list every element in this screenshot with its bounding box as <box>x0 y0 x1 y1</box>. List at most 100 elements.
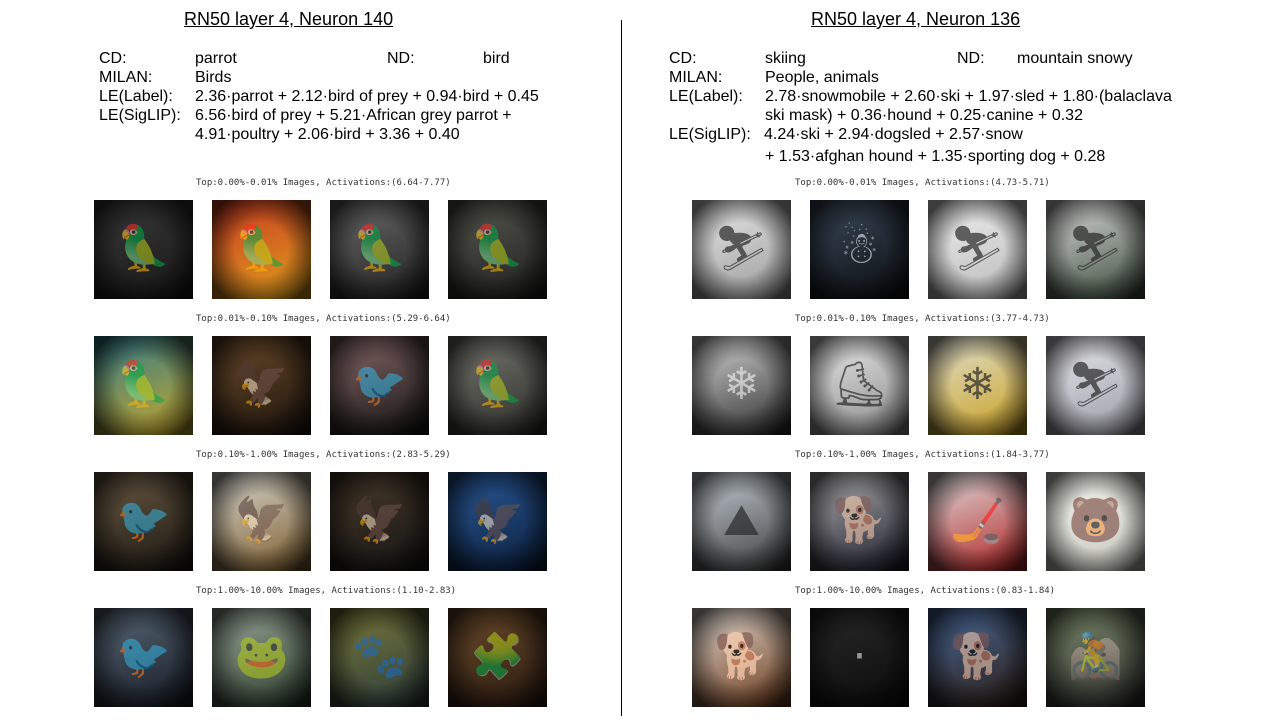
right-caption-group-2: Top:0.01%-0.10% Images, Activations:(3.7… <box>795 314 1050 324</box>
vignette-overlay <box>212 200 311 299</box>
right-thumbnail-3-2: 🐕 <box>810 472 909 571</box>
right-caption-group-1: Top:0.00%-0.01% Images, Activations:(4.7… <box>795 178 1050 188</box>
left-thumbnail-4-3: 🐾 <box>330 608 429 707</box>
right-milan-value: People, animals <box>765 69 879 86</box>
vignette-overlay <box>330 472 429 571</box>
vignette-overlay <box>330 608 429 707</box>
vignette-overlay <box>810 608 909 707</box>
left-le-siglip-value-line1: 6.56·bird of prey + 5.21·African grey pa… <box>195 107 512 124</box>
vignette-overlay <box>448 200 547 299</box>
vignette-overlay <box>212 336 311 435</box>
vignette-overlay <box>330 336 429 435</box>
left-le-label-value: 2.36·parrot + 2.12·bird of prey + 0.94·b… <box>195 88 539 105</box>
right-thumbnail-2-1: ❄ <box>692 336 791 435</box>
vignette-overlay <box>810 336 909 435</box>
right-thumbnail-4-1: 🐕 <box>692 608 791 707</box>
vignette-overlay <box>810 200 909 299</box>
vignette-overlay <box>692 472 791 571</box>
right-caption-group-3: Top:0.10%-1.00% Images, Activations:(1.8… <box>795 450 1050 460</box>
right-thumbnail-2-2: ⛸ <box>810 336 909 435</box>
right-le-siglip-value-line1: 4.24·ski + 2.94·dogsled + 2.57·snow <box>764 126 1023 143</box>
left-panel: RN50 layer 4, Neuron 140 CD: parrot ND: … <box>0 0 620 720</box>
left-thumbnail-3-4: 🦅 <box>448 472 547 571</box>
left-thumbnail-2-3: 🐦 <box>330 336 429 435</box>
vignette-overlay <box>928 336 1027 435</box>
left-milan-key: MILAN: <box>99 69 153 86</box>
left-thumbnail-3-1: 🐦 <box>94 472 193 571</box>
left-thumbnail-2-2: 🦅 <box>212 336 311 435</box>
right-thumbnail-1-2: ☃ <box>810 200 909 299</box>
right-thumbnail-1-3: ⛷ <box>928 200 1027 299</box>
vignette-overlay <box>928 472 1027 571</box>
left-caption-group-4: Top:1.00%-10.00% Images, Activations:(1.… <box>196 586 457 596</box>
right-thumbnail-4-3: 🐕 <box>928 608 1027 707</box>
vignette-overlay <box>1046 336 1145 435</box>
left-nd-key: ND: <box>387 50 415 67</box>
left-thumbnail-1-3: 🦜 <box>330 200 429 299</box>
right-cd-key: CD: <box>669 50 697 67</box>
vignette-overlay <box>212 472 311 571</box>
vignette-overlay <box>94 200 193 299</box>
left-le-label-key: LE(Label): <box>99 88 173 105</box>
vignette-overlay <box>810 472 909 571</box>
vignette-overlay <box>212 608 311 707</box>
vignette-overlay <box>448 336 547 435</box>
right-le-siglip-value-line2: + 1.53·afghan hound + 1.35·sporting dog … <box>765 148 1106 165</box>
vignette-overlay <box>928 200 1027 299</box>
left-le-siglip-value-line2: 4.91·poultry + 2.06·bird + 3.36 + 0.40 <box>195 126 460 143</box>
left-thumbnail-4-2: 🐸 <box>212 608 311 707</box>
right-nd-key: ND: <box>957 50 985 67</box>
right-cd-value: skiing <box>765 50 806 67</box>
vignette-overlay <box>330 200 429 299</box>
left-thumbnail-4-4: 🧩 <box>448 608 547 707</box>
right-thumbnail-2-3: ❄ <box>928 336 1027 435</box>
vignette-overlay <box>692 608 791 707</box>
vignette-overlay <box>448 608 547 707</box>
right-le-label-value-line2: ski mask) + 0.36·hound + 0.25·canine + 0… <box>765 107 1083 124</box>
left-thumbnail-3-2: 🦅 <box>212 472 311 571</box>
left-thumbnail-2-1: 🦜 <box>94 336 193 435</box>
right-thumbnail-1-1: ⛷ <box>692 200 791 299</box>
left-thumbnail-1-4: 🦜 <box>448 200 547 299</box>
right-thumbnail-3-1: ⛰ <box>692 472 791 571</box>
right-thumbnail-4-4: 🚵 <box>1046 608 1145 707</box>
vignette-overlay <box>1046 200 1145 299</box>
vignette-overlay <box>94 472 193 571</box>
right-thumbnail-2-4: ⛷ <box>1046 336 1145 435</box>
vignette-overlay <box>692 336 791 435</box>
left-caption-group-3: Top:0.10%-1.00% Images, Activations:(2.8… <box>196 450 451 460</box>
left-caption-group-1: Top:0.00%-0.01% Images, Activations:(6.6… <box>196 178 451 188</box>
right-panel: RN50 layer 4, Neuron 136 CD: skiing ND: … <box>630 0 1250 720</box>
vignette-overlay <box>1046 608 1145 707</box>
vignette-overlay <box>692 200 791 299</box>
vignette-overlay <box>448 472 547 571</box>
left-title: RN50 layer 4, Neuron 140 <box>184 9 394 29</box>
left-thumbnail-3-3: 🦅 <box>330 472 429 571</box>
left-thumbnail-1-1: 🦜 <box>94 200 193 299</box>
left-nd-value: bird <box>483 50 510 67</box>
left-thumbnail-4-1: 🐦 <box>94 608 193 707</box>
right-le-label-value-line1: 2.78·snowmobile + 2.60·ski + 1.97·sled +… <box>765 88 1172 105</box>
right-caption-group-4: Top:1.00%-10.00% Images, Activations:(0.… <box>795 586 1056 596</box>
right-le-label-key: LE(Label): <box>669 88 743 105</box>
right-thumbnail-1-4: ⛷ <box>1046 200 1145 299</box>
right-milan-key: MILAN: <box>669 69 723 86</box>
right-thumbnail-3-3: 🏒 <box>928 472 1027 571</box>
left-le-siglip-key: LE(SigLIP): <box>99 107 181 124</box>
left-milan-value: Birds <box>195 69 232 86</box>
vignette-overlay <box>1046 472 1145 571</box>
right-thumbnail-3-4: 🐻 <box>1046 472 1145 571</box>
right-le-siglip-key: LE(SigLIP): <box>669 126 751 143</box>
left-caption-group-2: Top:0.01%-0.10% Images, Activations:(5.2… <box>196 314 451 324</box>
panel-divider <box>621 20 622 716</box>
vignette-overlay <box>928 608 1027 707</box>
left-cd-key: CD: <box>99 50 127 67</box>
right-thumbnail-4-2: · <box>810 608 909 707</box>
left-thumbnail-2-4: 🦜 <box>448 336 547 435</box>
right-nd-value: mountain snowy <box>1017 50 1133 67</box>
left-thumbnail-1-2: 🦜 <box>212 200 311 299</box>
left-cd-value: parrot <box>195 50 237 67</box>
vignette-overlay <box>94 336 193 435</box>
vignette-overlay <box>94 608 193 707</box>
right-title: RN50 layer 4, Neuron 136 <box>811 9 1021 29</box>
